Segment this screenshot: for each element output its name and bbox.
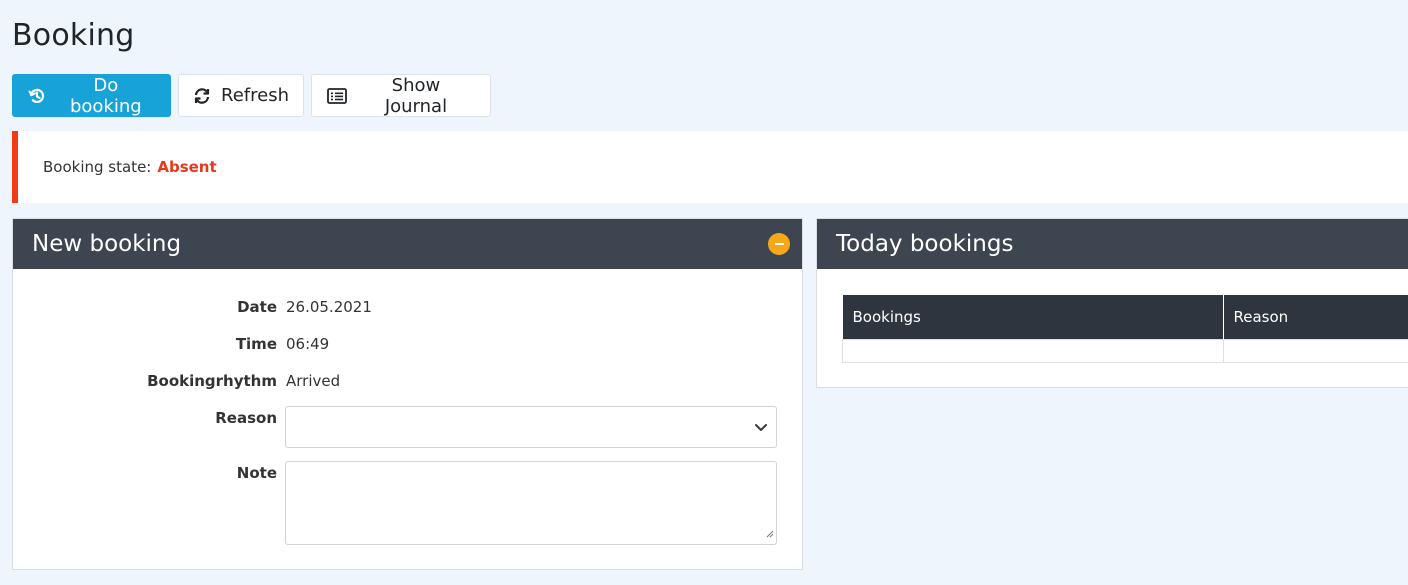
booking-state-label: Booking state:: [43, 158, 152, 176]
bookingrhythm-row: Bookingrhythm Arrived: [13, 372, 340, 390]
new-booking-title: New booking: [32, 231, 182, 257]
do-booking-button[interactable]: Do booking: [12, 74, 171, 117]
date-label: Date: [237, 298, 277, 316]
today-bookings-card: Today bookings Bookings Reason: [816, 218, 1408, 388]
do-booking-label: Do booking: [69, 74, 142, 117]
refresh-label: Refresh: [221, 85, 289, 106]
note-row: Note: [13, 464, 277, 482]
booking-state-alert: Booking state: Absent: [12, 131, 1408, 203]
reason-row: Reason: [13, 409, 277, 427]
note-textarea[interactable]: [285, 461, 777, 545]
time-value: 06:49: [286, 335, 330, 353]
time-row: Time 06:49: [13, 335, 329, 353]
date-row: Date 26.05.2021: [13, 298, 372, 316]
show-journal-button[interactable]: Show Journal: [311, 74, 491, 117]
table-header-row: Bookings Reason: [842, 295, 1408, 339]
column-header-bookings[interactable]: Bookings: [842, 295, 1224, 339]
bookingrhythm-label: Bookingrhythm: [147, 372, 277, 390]
table-row: [842, 338, 1408, 363]
booking-state-value: Absent: [157, 158, 217, 176]
today-bookings-table: Bookings Reason: [842, 295, 1408, 363]
reason-select[interactable]: [285, 406, 777, 448]
table-cell: [842, 338, 1224, 363]
new-booking-card: New booking Date 26.05.2021 Time 06:49 B…: [12, 218, 803, 570]
date-value: 26.05.2021: [286, 298, 372, 316]
chevron-down-icon: [754, 419, 768, 438]
toolbar: Do booking Refresh Show Journal: [12, 74, 491, 117]
history-icon: [27, 85, 48, 107]
minus-icon: [774, 243, 784, 245]
note-label: Note: [236, 464, 277, 482]
list-alt-icon: [326, 85, 348, 107]
refresh-icon: [193, 85, 211, 107]
bookingrhythm-value: Arrived: [286, 372, 341, 390]
column-header-reason[interactable]: Reason: [1223, 295, 1408, 339]
reason-label: Reason: [215, 409, 277, 427]
show-journal-label: Show Journal: [384, 74, 448, 117]
today-bookings-header: Today bookings: [817, 219, 1408, 269]
today-bookings-title: Today bookings: [836, 231, 1014, 257]
collapse-button[interactable]: [768, 233, 790, 255]
table-cell: [1222, 338, 1408, 363]
page-title: Booking: [12, 18, 135, 53]
resize-grip-icon[interactable]: [764, 523, 774, 542]
refresh-button[interactable]: Refresh: [178, 74, 304, 117]
new-booking-header: New booking: [13, 219, 802, 269]
time-label: Time: [235, 335, 277, 353]
